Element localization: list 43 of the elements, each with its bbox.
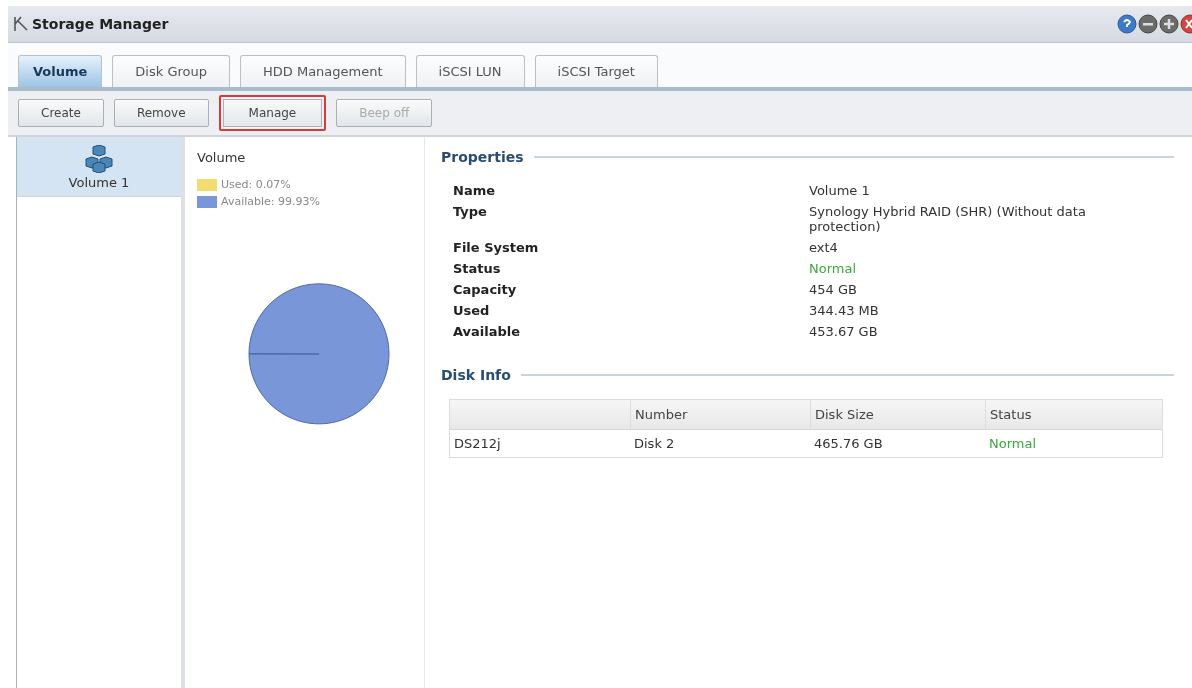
column-header[interactable]: Disk Size (810, 400, 985, 429)
sidebar-item[interactable]: Volume 1 (17, 137, 181, 197)
table-cell-text: 465.76 GB (813, 435, 884, 453)
tab[interactable]: iSCSI Target (534, 55, 658, 87)
window-title: Storage Manager (32, 16, 169, 32)
property-label: Name (453, 183, 496, 198)
section-title: Disk Info (441, 367, 511, 383)
tab[interactable]: HDD Management (240, 55, 406, 87)
help-icon[interactable] (1117, 14, 1137, 34)
minimize-icon[interactable] (1138, 14, 1158, 34)
property-value: 453.67 GB (809, 324, 879, 339)
close-icon[interactable] (1180, 14, 1192, 34)
toolbar-button[interactable]: Manage (218, 95, 327, 131)
cubes-icon (84, 145, 114, 173)
sidebar-item-label: Volume 1 (68, 175, 130, 190)
legend-label: Used: 0.07% (221, 178, 291, 191)
toolbar-button[interactable]: Create (18, 99, 104, 127)
table-cell-text: Normal (988, 435, 1038, 453)
legend-label: Available: 99.93% (221, 195, 320, 208)
app-icon (14, 16, 28, 32)
column-header[interactable]: Number (630, 400, 810, 429)
property-label: Status (453, 261, 502, 276)
tab[interactable]: Disk Group (112, 55, 230, 87)
maximize-icon[interactable] (1159, 14, 1179, 34)
table-cell-text: DS212j (453, 435, 502, 453)
property-value: Normal (809, 261, 858, 276)
property-value: Volume 1 (809, 183, 871, 198)
table-cell-text: Disk 2 (633, 435, 676, 453)
property-label: File System (453, 240, 540, 255)
property-value: 454 GB (809, 282, 858, 297)
property-value: Synology Hybrid RAID (SHR) (Without data protection) (809, 204, 1087, 234)
property-label: Used (453, 303, 491, 318)
tab[interactable]: Volume (18, 55, 103, 87)
toolbar-button[interactable]: Remove (113, 99, 209, 127)
property-label: Capacity (453, 282, 518, 297)
section-title: Properties (441, 149, 524, 165)
tab[interactable]: iSCSI LUN (415, 55, 525, 87)
property-label: Available (453, 324, 522, 339)
property-label: Type (453, 204, 488, 221)
property-value: ext4 (809, 240, 839, 255)
property-value: 344.43 MB (809, 303, 880, 318)
column-header[interactable]: Status (985, 400, 1162, 429)
chart-title: Volume (197, 150, 246, 165)
